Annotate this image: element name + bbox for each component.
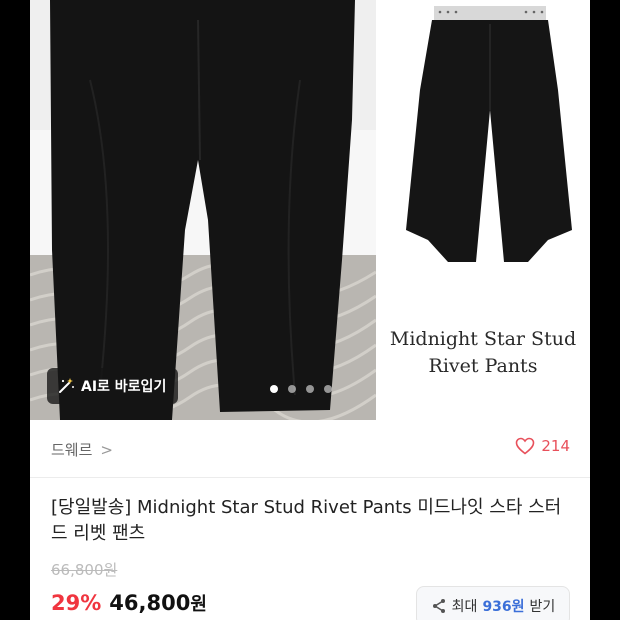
product-flat-image[interactable]: Midnight Star Stud Rivet Pants xyxy=(376,0,590,420)
flat-image-caption: Midnight Star Stud Rivet Pants xyxy=(376,326,590,380)
carousel-dot[interactable] xyxy=(270,385,278,393)
sale-price: 46,800원 xyxy=(109,590,207,616)
points-prefix: 최대 xyxy=(451,599,478,615)
product-title: [당일발송] Midnight Star Stud Rivet Pants 미드… xyxy=(51,497,562,544)
heart-icon xyxy=(516,437,535,455)
sale-price-currency: 원 xyxy=(190,594,207,615)
ai-try-on-label: AI로 바로입기 xyxy=(81,379,167,395)
caption-line-2: Rivet Pants xyxy=(428,355,538,377)
points-amount: 936원 xyxy=(482,599,525,615)
store-link[interactable]: 드웨르 > xyxy=(51,439,113,460)
caption-line-1: Midnight Star Stud xyxy=(389,328,577,350)
share-icon xyxy=(432,599,445,613)
sale-price-amount: 46,800 xyxy=(109,591,191,615)
pants-photo-illustration xyxy=(30,0,376,420)
carousel-dot[interactable] xyxy=(288,385,296,393)
image-gallery[interactable]: AI로 바로입기 Midnight Star Stud Rivet Pants xyxy=(30,0,590,420)
discount-rate: 29% xyxy=(51,591,102,615)
ai-try-on-button[interactable]: AI로 바로입기 xyxy=(47,368,179,404)
carousel-dot[interactable] xyxy=(324,385,332,393)
product-card: AI로 바로입기 Midnight Star Stud Rivet Pants … xyxy=(30,0,590,620)
product-photo[interactable]: AI로 바로입기 xyxy=(30,0,376,420)
carousel-dot[interactable] xyxy=(306,385,314,393)
magic-wand-icon xyxy=(59,378,74,393)
store-row: 드웨르 > 214 xyxy=(30,420,590,478)
price-row: 29% 46,800원 xyxy=(51,590,207,616)
store-name: 드웨르 xyxy=(51,441,93,459)
points-suffix: 받기 xyxy=(529,599,556,615)
chevron-right-icon: > xyxy=(100,440,113,459)
pants-flat-illustration xyxy=(376,0,590,300)
points-button[interactable]: 최대 936원 받기 xyxy=(416,586,570,620)
like-button[interactable]: 214 xyxy=(515,437,570,455)
original-price: 66,800원 xyxy=(51,561,118,579)
carousel-dots xyxy=(270,385,332,393)
like-count: 214 xyxy=(541,437,570,455)
